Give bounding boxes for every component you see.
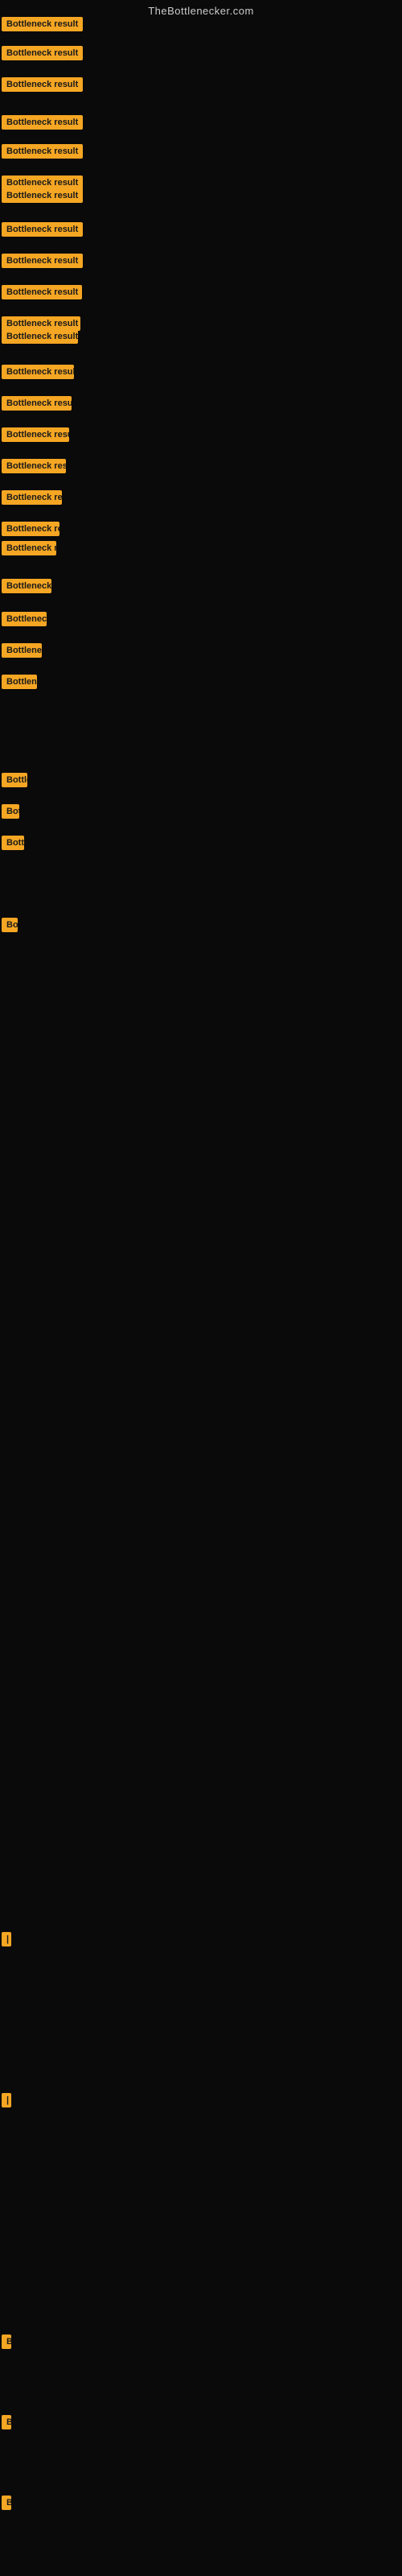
bottleneck-badge-19[interactable]: Bottleneck result (2, 541, 56, 555)
bottleneck-badge-2[interactable]: Bottleneck result (2, 46, 83, 60)
bottleneck-badge-row-7[interactable]: Bottleneck result (2, 188, 83, 207)
bottleneck-badge-row-17[interactable]: Bottleneck result (2, 490, 62, 509)
bottleneck-badge-row-2[interactable]: Bottleneck result (2, 46, 83, 64)
bottleneck-badge-32[interactable]: B (2, 2496, 11, 2510)
bottleneck-badge-15[interactable]: Bottleneck result (2, 427, 69, 442)
bottleneck-badge-12[interactable]: Bottleneck result (2, 329, 78, 344)
bottleneck-badge-22[interactable]: Bottleneck result (2, 643, 42, 658)
bottleneck-badge-row-22[interactable]: Bottleneck result (2, 643, 42, 662)
bottleneck-badge-3[interactable]: Bottleneck result (2, 77, 83, 92)
bottleneck-badge-17[interactable]: Bottleneck result (2, 490, 62, 505)
bottleneck-badge-row-20[interactable]: Bottleneck result (2, 579, 51, 597)
bottleneck-badge-4[interactable]: Bottleneck result (2, 115, 83, 130)
bottleneck-badge-row-27[interactable]: Bottleneck result (2, 918, 18, 936)
bottleneck-badge-row-16[interactable]: Bottleneck result (2, 459, 66, 477)
bottleneck-badge-row-5[interactable]: Bottleneck result (2, 144, 83, 163)
bottleneck-badge-30[interactable]: B (2, 2334, 11, 2349)
bottleneck-badge-row-25[interactable]: Bottleneck result (2, 804, 19, 823)
bottleneck-badge-row-3[interactable]: Bottleneck result (2, 77, 83, 96)
bottleneck-badge-row-19[interactable]: Bottleneck result (2, 541, 56, 559)
bottleneck-badge-row-32[interactable]: B (2, 2496, 11, 2514)
bottleneck-badge-27[interactable]: Bottleneck result (2, 918, 18, 932)
bottleneck-badge-row-1[interactable]: Bottleneck result (2, 17, 83, 35)
bottleneck-badge-row-4[interactable]: Bottleneck result (2, 115, 83, 134)
bottleneck-badge-row-15[interactable]: Bottleneck result (2, 427, 69, 446)
bottleneck-badge-23[interactable]: Bottleneck result (2, 675, 37, 689)
bottleneck-badge-25[interactable]: Bottleneck result (2, 804, 19, 819)
bottleneck-badge-row-24[interactable]: Bottleneck result (2, 773, 27, 791)
bottleneck-badge-row-23[interactable]: Bottleneck result (2, 675, 37, 693)
bottleneck-badge-row-31[interactable]: B (2, 2415, 11, 2434)
bottleneck-badge-row-12[interactable]: Bottleneck result (2, 329, 78, 348)
bottleneck-badge-row-8[interactable]: Bottleneck result (2, 222, 83, 241)
bottleneck-badge-24[interactable]: Bottleneck result (2, 773, 27, 787)
bottleneck-badge-20[interactable]: Bottleneck result (2, 579, 51, 593)
bottleneck-badge-5[interactable]: Bottleneck result (2, 144, 83, 159)
bottleneck-badge-18[interactable]: Bottleneck result (2, 522, 59, 536)
bottleneck-badge-10[interactable]: Bottleneck result (2, 285, 82, 299)
bottleneck-badge-13[interactable]: Bottleneck result (2, 365, 74, 379)
bottleneck-badge-21[interactable]: Bottleneck result (2, 612, 47, 626)
bottleneck-badge-row-29[interactable]: | (2, 2093, 11, 2112)
bottleneck-badge-row-28[interactable]: | (2, 1932, 11, 1951)
bottleneck-badge-16[interactable]: Bottleneck result (2, 459, 66, 473)
bottleneck-badge-row-18[interactable]: Bottleneck result (2, 522, 59, 540)
bottleneck-badge-row-26[interactable]: Bottleneck result (2, 836, 24, 854)
bottleneck-badge-row-10[interactable]: Bottleneck result (2, 285, 82, 303)
bottleneck-badge-28[interactable]: | (2, 1932, 11, 1946)
bottleneck-badge-7[interactable]: Bottleneck result (2, 188, 83, 203)
bottleneck-badge-row-30[interactable]: B (2, 2334, 11, 2353)
bottleneck-badge-row-14[interactable]: Bottleneck result (2, 396, 72, 415)
bottleneck-badge-1[interactable]: Bottleneck result (2, 17, 83, 31)
bottleneck-badge-31[interactable]: B (2, 2415, 11, 2429)
bottleneck-badge-26[interactable]: Bottleneck result (2, 836, 24, 850)
bottleneck-badge-row-13[interactable]: Bottleneck result (2, 365, 74, 383)
bottleneck-badge-row-21[interactable]: Bottleneck result (2, 612, 47, 630)
bottleneck-badge-9[interactable]: Bottleneck result (2, 254, 83, 268)
bottleneck-badge-14[interactable]: Bottleneck result (2, 396, 72, 411)
bottleneck-badge-row-9[interactable]: Bottleneck result (2, 254, 83, 272)
bottleneck-badge-29[interactable]: | (2, 2093, 11, 2107)
bottleneck-badge-8[interactable]: Bottleneck result (2, 222, 83, 237)
